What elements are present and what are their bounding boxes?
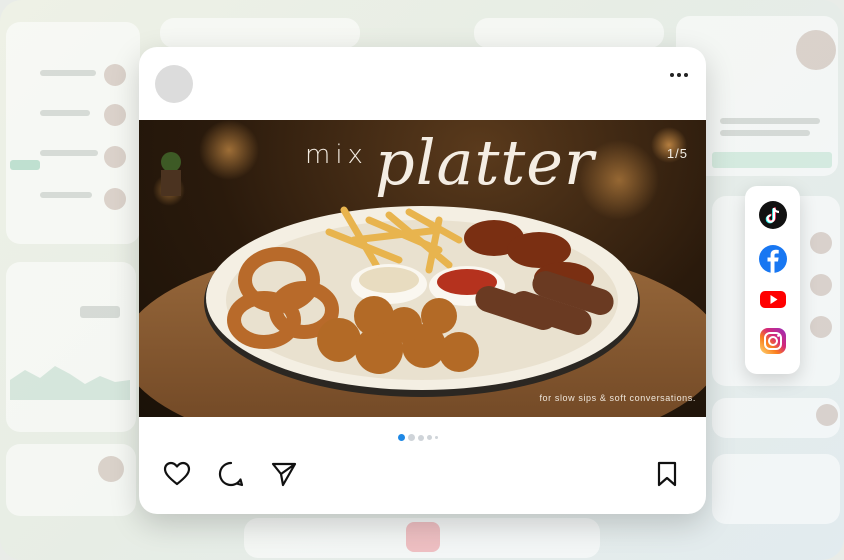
image-counter: 1/5 — [666, 146, 688, 161]
share-panel — [745, 186, 800, 374]
background-card — [474, 18, 664, 48]
carousel-indicator[interactable] — [398, 434, 438, 441]
post-image[interactable]: mix platter 1/5 for slow sips & soft con… — [139, 120, 706, 417]
heart-icon[interactable] — [162, 459, 192, 489]
carousel-dot[interactable] — [427, 435, 432, 440]
facebook-icon[interactable] — [758, 244, 788, 274]
social-post-card: mix platter 1/5 for slow sips & soft con… — [139, 47, 706, 514]
carousel-dot[interactable] — [408, 434, 415, 441]
instagram-icon[interactable] — [758, 326, 788, 356]
background-card — [160, 18, 360, 48]
carousel-dot[interactable] — [398, 434, 405, 441]
send-icon[interactable] — [269, 459, 299, 489]
more-dots-icon[interactable] — [670, 73, 688, 77]
headline-mix: mix — [305, 140, 368, 170]
comment-icon[interactable] — [216, 459, 246, 489]
headline-platter: platter — [375, 126, 595, 199]
background-card — [712, 454, 840, 524]
background-area-chart — [10, 366, 130, 400]
youtube-icon[interactable] — [758, 284, 788, 314]
carousel-dot[interactable] — [435, 436, 438, 439]
background-card — [6, 22, 140, 244]
bookmark-icon[interactable] — [652, 459, 682, 489]
image-tagline: for slow sips & soft conversations. — [539, 393, 696, 403]
carousel-dot[interactable] — [418, 434, 424, 441]
avatar[interactable] — [155, 65, 193, 103]
tiktok-icon[interactable] — [758, 200, 788, 230]
